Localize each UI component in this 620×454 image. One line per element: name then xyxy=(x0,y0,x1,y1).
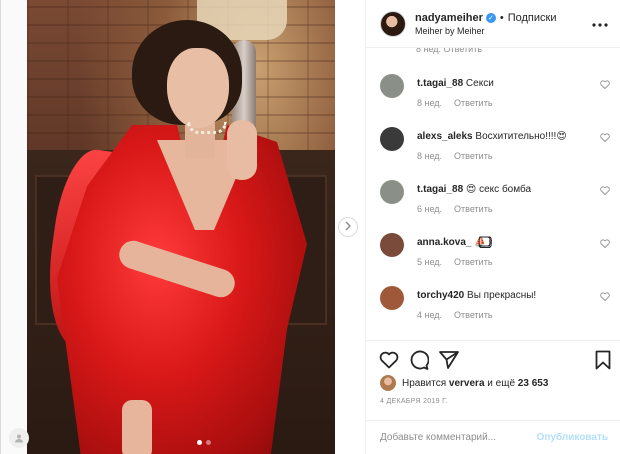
heart-icon[interactable] xyxy=(600,292,610,304)
more-options-icon[interactable] xyxy=(592,14,608,32)
likes-middle: и ещё xyxy=(487,377,516,389)
liker-avatar[interactable] xyxy=(380,375,396,391)
comment-text: Секси xyxy=(465,78,494,89)
comment-bubble-icon[interactable] xyxy=(408,349,430,371)
author-username[interactable]: nadyameiher xyxy=(415,12,483,24)
reply-link[interactable]: Ответить xyxy=(454,310,492,320)
comment-age: 8 нед. xyxy=(417,151,443,161)
header-separator: • xyxy=(499,11,504,24)
commenter-username[interactable]: t.tagai_88 xyxy=(417,78,463,89)
face xyxy=(167,48,229,128)
likes-summary: Нравится ververa и ещё 23 653 xyxy=(380,375,548,391)
commenter-avatar[interactable] xyxy=(380,127,404,151)
add-comment-bar: Опубликовать xyxy=(366,420,620,454)
carousel-dots xyxy=(197,440,211,445)
user-tag-icon[interactable] xyxy=(9,428,29,448)
post-photo[interactable] xyxy=(27,0,335,454)
post-container: nadyameiher ✓ • Подписки Meiher by Meihe… xyxy=(0,0,620,454)
post-sidebar: nadyameiher ✓ • Подписки Meiher by Meihe… xyxy=(365,0,620,454)
carousel-next-button[interactable] xyxy=(338,217,358,237)
share-paper-plane-icon[interactable] xyxy=(438,349,460,371)
commenter-username[interactable]: t.tagai_88 xyxy=(417,184,463,195)
commenter-avatar[interactable] xyxy=(380,74,404,98)
commenter-username[interactable]: torchy420 xyxy=(417,290,464,301)
page-background-strip xyxy=(1,0,27,454)
verified-badge-icon: ✓ xyxy=(485,12,496,23)
likes-prefix: Нравится xyxy=(402,377,447,389)
add-comment-input[interactable] xyxy=(380,432,537,443)
reply-link[interactable]: Ответить xyxy=(454,151,492,161)
comment-age: 5 нед. xyxy=(417,257,443,267)
post-date[interactable]: 4 ДЕКАБРЯ 2019 Г. xyxy=(380,398,448,405)
reply-link[interactable]: Ответить xyxy=(454,257,492,267)
hand xyxy=(227,120,257,180)
commenter-avatar[interactable] xyxy=(380,180,404,204)
comment-age: 8 нед. xyxy=(417,98,443,108)
commenter-username[interactable]: alexs_aleks xyxy=(417,131,473,142)
heart-icon[interactable] xyxy=(600,239,610,251)
post-header: nadyameiher ✓ • Подписки Meiher by Meihe… xyxy=(366,0,620,48)
following-button[interactable]: Подписки xyxy=(508,12,557,24)
comment-text: Восхитительно!!!!😍 xyxy=(475,131,567,142)
comment-text: ⛵⃣⃣⃣⃣♀ xyxy=(474,237,495,248)
comment-age: 6 нед. xyxy=(417,204,443,214)
like-heart-icon[interactable] xyxy=(378,349,400,371)
post-location[interactable]: Meiher by Meiher xyxy=(415,26,557,36)
instagram-post-frame: nadyameiher ✓ • Подписки Meiher by Meihe… xyxy=(0,0,620,454)
carousel-dot-active xyxy=(197,440,202,445)
commenter-avatar[interactable] xyxy=(380,233,404,257)
comment-text: Вы прекрасны! xyxy=(467,290,537,301)
heart-icon[interactable] xyxy=(600,80,610,92)
commenter-username[interactable]: anna.kova_ xyxy=(417,237,471,248)
leg xyxy=(122,400,152,454)
post-actions-bar xyxy=(366,340,620,380)
pearl-necklace xyxy=(187,122,227,134)
carousel-dot xyxy=(206,440,211,445)
likes-count[interactable]: 23 653 xyxy=(518,378,549,389)
comment-text: 😍 секс бомба xyxy=(465,184,532,195)
comment-age: 4 нед. xyxy=(417,310,443,320)
bookmark-icon[interactable] xyxy=(592,349,614,371)
publish-button[interactable]: Опубликовать xyxy=(537,432,608,443)
commenter-avatar[interactable] xyxy=(380,286,404,310)
comments-list[interactable]: 8 нед. Ответить t.tagai_88 Секси 8 нед. О… xyxy=(366,44,620,340)
chevron-right-icon xyxy=(344,220,352,234)
reply-link[interactable]: Ответить xyxy=(454,204,492,214)
liker-username[interactable]: ververa xyxy=(449,378,485,389)
heart-icon[interactable] xyxy=(600,133,610,145)
author-avatar[interactable] xyxy=(380,10,406,37)
reply-link[interactable]: Ответить xyxy=(454,98,492,108)
heart-icon[interactable] xyxy=(600,186,610,198)
author-info: nadyameiher ✓ • Подписки Meiher by Meihe… xyxy=(415,12,557,36)
